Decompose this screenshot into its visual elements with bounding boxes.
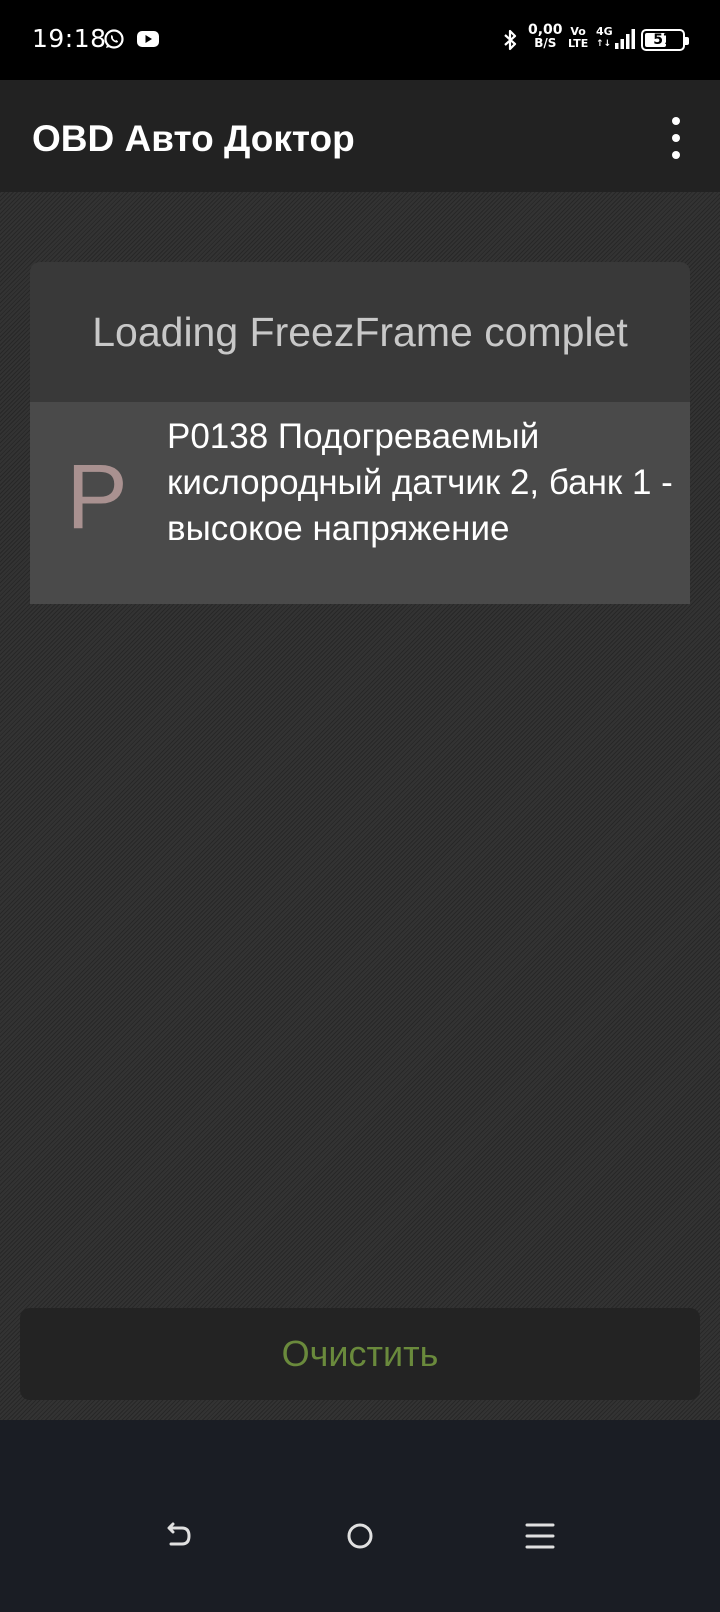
app-bar: OBD Авто Доктор [0, 80, 720, 192]
network-arrows: ↑↓ [596, 39, 612, 49]
status-time: 19:18 [32, 24, 107, 53]
dtc-list-item[interactable]: P P0138 Подогреваемый кислородный датчик… [30, 402, 690, 604]
home-icon[interactable] [336, 1512, 384, 1560]
back-icon[interactable] [156, 1512, 204, 1560]
clear-button[interactable]: Очистить [20, 1308, 700, 1400]
whatsapp-icon [104, 29, 124, 49]
signal-icon [615, 29, 635, 49]
net-speed: 0,00 B/S [528, 23, 563, 50]
navigation-bar [0, 1420, 720, 1612]
volte-indicator: Vo LTE [568, 26, 588, 50]
network-type-label: 4G [596, 25, 613, 38]
battery-icon: 57 [641, 29, 689, 51]
network-type: 4G ↑↓ [596, 26, 613, 50]
dtc-type-letter: P [66, 446, 128, 548]
more-vert-icon[interactable] [656, 114, 696, 162]
dtc-description: P0138 Подогреваемый кислородный датчик 2… [167, 417, 673, 548]
card-header: Loading FreezFrame complet [30, 262, 690, 402]
battery-tip [685, 37, 689, 45]
bluetooth-icon [504, 29, 517, 51]
status-bar: 19:18 0,00 B/S Vo LTE 4G ↑↓ 57 [0, 0, 720, 80]
youtube-icon [137, 31, 159, 47]
battery-level: 57 [653, 32, 673, 48]
recents-icon[interactable] [516, 1512, 564, 1560]
app-title: OBD Авто Доктор [32, 118, 355, 159]
content-area: Loading FreezFrame complet P P0138 Подог… [0, 192, 720, 1420]
dtc-card: Loading FreezFrame complet P P0138 Подог… [30, 262, 690, 604]
net-speed-unit: B/S [534, 36, 557, 50]
volte-bottom: LTE [568, 37, 589, 50]
